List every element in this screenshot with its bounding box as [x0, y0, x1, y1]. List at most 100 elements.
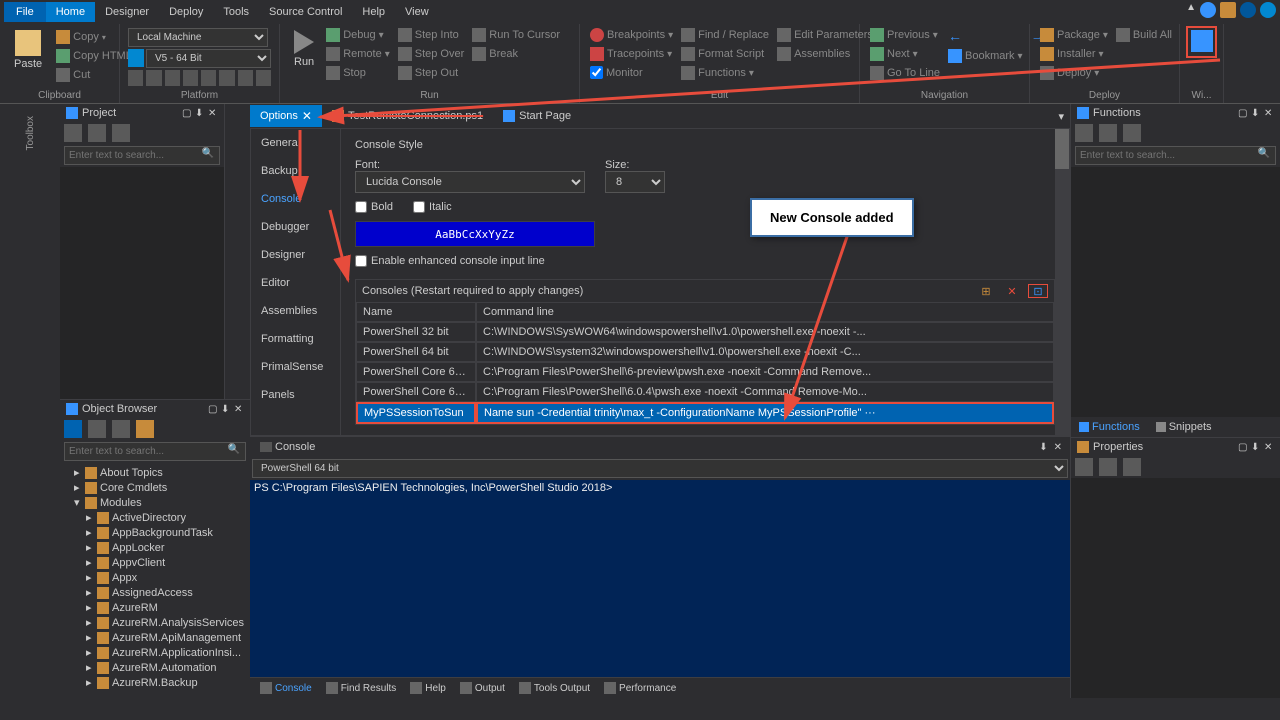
pin-icon[interactable]: ⬇ [1039, 442, 1047, 453]
tree-node[interactable]: ▸AppLocker [62, 540, 248, 555]
console-row-name[interactable]: PowerShell Core 64 bit - ... [356, 362, 476, 382]
optnav-panels[interactable]: Panels [251, 381, 340, 409]
tree-node[interactable]: ▸AzureRM.Automation [62, 660, 248, 675]
snippets-tab[interactable]: Snippets [1148, 417, 1220, 437]
ob-tb-4[interactable] [136, 420, 154, 438]
size-select[interactable]: 8 [605, 171, 665, 193]
bottom-tab[interactable]: Console [254, 680, 318, 696]
window-icon[interactable]: ▢ [182, 108, 192, 118]
debug-button[interactable]: Debug ▾ [322, 26, 394, 44]
close-icon[interactable]: ✕ [1264, 108, 1274, 118]
pf-icon-4[interactable] [183, 70, 198, 86]
close-icon[interactable]: ✕ [1264, 442, 1274, 452]
pf-icon-5[interactable] [201, 70, 216, 86]
build-all-button[interactable]: Build All [1112, 26, 1176, 44]
objbrowser-search[interactable] [64, 442, 246, 461]
find-replace-button[interactable]: Find / Replace [677, 26, 773, 44]
step-over-button[interactable]: Step Over [394, 45, 469, 63]
breakpoints-button[interactable]: Breakpoints ▾ [586, 26, 677, 44]
installer-button[interactable]: Installer ▾ [1036, 45, 1112, 63]
menu-file[interactable]: File [4, 2, 46, 22]
console-row-cmd[interactable]: C:\Program Files\PowerShell\6-preview\pw… [476, 362, 1054, 382]
prop-tb-2[interactable] [1099, 458, 1117, 476]
functions-button[interactable]: Functions ▾ [677, 64, 773, 82]
close-icon[interactable]: ✕ [302, 109, 312, 123]
tab-options[interactable]: Options✕ [250, 105, 322, 127]
remote-button[interactable]: Remote ▾ [322, 45, 394, 63]
functions-search[interactable] [1075, 146, 1276, 165]
console-row-name[interactable]: PowerShell 64 bit [356, 342, 476, 362]
go-to-line-button[interactable]: Go To Line [866, 64, 944, 82]
tree-node[interactable]: ▸AzureRM.ApiManagement [62, 630, 248, 645]
step-out-button[interactable]: Step Out [394, 64, 469, 82]
optnav-assemblies[interactable]: Assemblies [251, 297, 340, 325]
pf-icon-7[interactable] [238, 70, 253, 86]
run-to-cursor-button[interactable]: Run To Cursor [468, 26, 564, 44]
font-select[interactable]: Lucida Console [355, 171, 585, 193]
pf-icon-3[interactable] [165, 70, 180, 86]
tb-3[interactable] [112, 124, 130, 142]
pin-icon[interactable]: ⬇ [1251, 108, 1261, 118]
bottom-tab[interactable]: Find Results [320, 680, 403, 696]
stop-button[interactable]: Stop [322, 64, 394, 82]
pin-icon[interactable]: ⬇ [1251, 442, 1261, 452]
console-row-name[interactable]: MyPSSessionToSun [356, 402, 476, 424]
paste-button[interactable]: Paste [6, 26, 50, 86]
tab-file[interactable]: TestRemoteConnection.ps1 [322, 106, 493, 126]
window-icon[interactable]: ▢ [208, 404, 218, 414]
app-icon-3[interactable] [1260, 2, 1276, 18]
prop-tb-3[interactable] [1123, 458, 1141, 476]
ob-tb-3[interactable] [112, 420, 130, 438]
format-script-button[interactable]: Format Script [677, 45, 773, 63]
object-tree[interactable]: ▸About Topics▸Core Cmdlets▾Modules▸Activ… [60, 463, 250, 698]
tree-node[interactable]: ▸AppBackgroundTask [62, 525, 248, 540]
menu-deploy[interactable]: Deploy [159, 2, 213, 22]
optnav-general[interactable]: General [251, 129, 340, 157]
ob-tb-2[interactable] [88, 420, 106, 438]
bottom-tab[interactable]: Output [454, 680, 511, 696]
console-launch-button[interactable] [1186, 26, 1217, 58]
toolbox-tab[interactable]: Toolbox [23, 108, 38, 158]
deploy-button[interactable]: Deploy ▾ [1036, 64, 1112, 82]
app-icon-2[interactable] [1240, 2, 1256, 18]
pf-icon-1[interactable] [128, 70, 143, 86]
tree-node[interactable]: ▸Core Cmdlets [62, 480, 248, 495]
project-search[interactable] [64, 146, 220, 165]
ob-tb-1[interactable] [64, 420, 82, 438]
console-row-cmd[interactable]: Name sun -Credential trinity\max_t -Conf… [476, 402, 1054, 424]
bold-checkbox[interactable]: Bold [355, 201, 393, 213]
run-button[interactable]: Run [286, 26, 322, 82]
optnav-designer[interactable]: Designer [251, 241, 340, 269]
optnav-console[interactable]: Console [251, 185, 340, 213]
bottom-tab[interactable]: Tools Output [513, 680, 596, 696]
close-icon[interactable]: ✕ [1054, 442, 1062, 453]
tree-node[interactable]: ▸ActiveDirectory [62, 510, 248, 525]
pin-icon[interactable]: ⬇ [221, 404, 231, 414]
menu-home[interactable]: Home [46, 2, 95, 22]
optnav-primalsense[interactable]: PrimalSense [251, 353, 340, 381]
tree-node[interactable]: ▸Appx [62, 570, 248, 585]
tree-node[interactable]: ▾Modules [62, 495, 248, 510]
app-icon-1[interactable] [1220, 2, 1236, 18]
tree-node[interactable]: ▸AssignedAccess [62, 585, 248, 600]
console-selector[interactable]: PowerShell 64 bit [252, 459, 1068, 478]
tree-node[interactable]: ▸AppvClient [62, 555, 248, 570]
console-row-cmd[interactable]: C:\Program Files\PowerShell\6.0.4\pwsh.e… [476, 382, 1054, 402]
tree-node[interactable]: ▸AzureRM.AnalysisServices [62, 615, 248, 630]
menu-source-control[interactable]: Source Control [259, 2, 352, 22]
tree-node[interactable]: ▸AzureRM [62, 600, 248, 615]
console-row-cmd[interactable]: C:\WINDOWS\SysWOW64\windowspowershell\v1… [476, 322, 1054, 342]
console-row-name[interactable]: PowerShell 32 bit [356, 322, 476, 342]
tb-2[interactable] [88, 124, 106, 142]
console-row-cmd[interactable]: C:\WINDOWS\system32\windowspowershell\v1… [476, 342, 1054, 362]
optnav-backup[interactable]: Backup [251, 157, 340, 185]
step-into-button[interactable]: Step Into [394, 26, 469, 44]
previous-button[interactable]: Previous ▾ [866, 26, 944, 44]
pf-icon-6[interactable] [219, 70, 234, 86]
tab-dropdown[interactable]: ▾ [1052, 106, 1070, 127]
tracepoints-button[interactable]: Tracepoints ▾ [586, 45, 677, 63]
user-icon[interactable] [1200, 2, 1216, 18]
optnav-formatting[interactable]: Formatting [251, 325, 340, 353]
functions-tab[interactable]: Functions [1071, 417, 1148, 437]
tree-node[interactable]: ▸AzureRM.Backup [62, 675, 248, 690]
